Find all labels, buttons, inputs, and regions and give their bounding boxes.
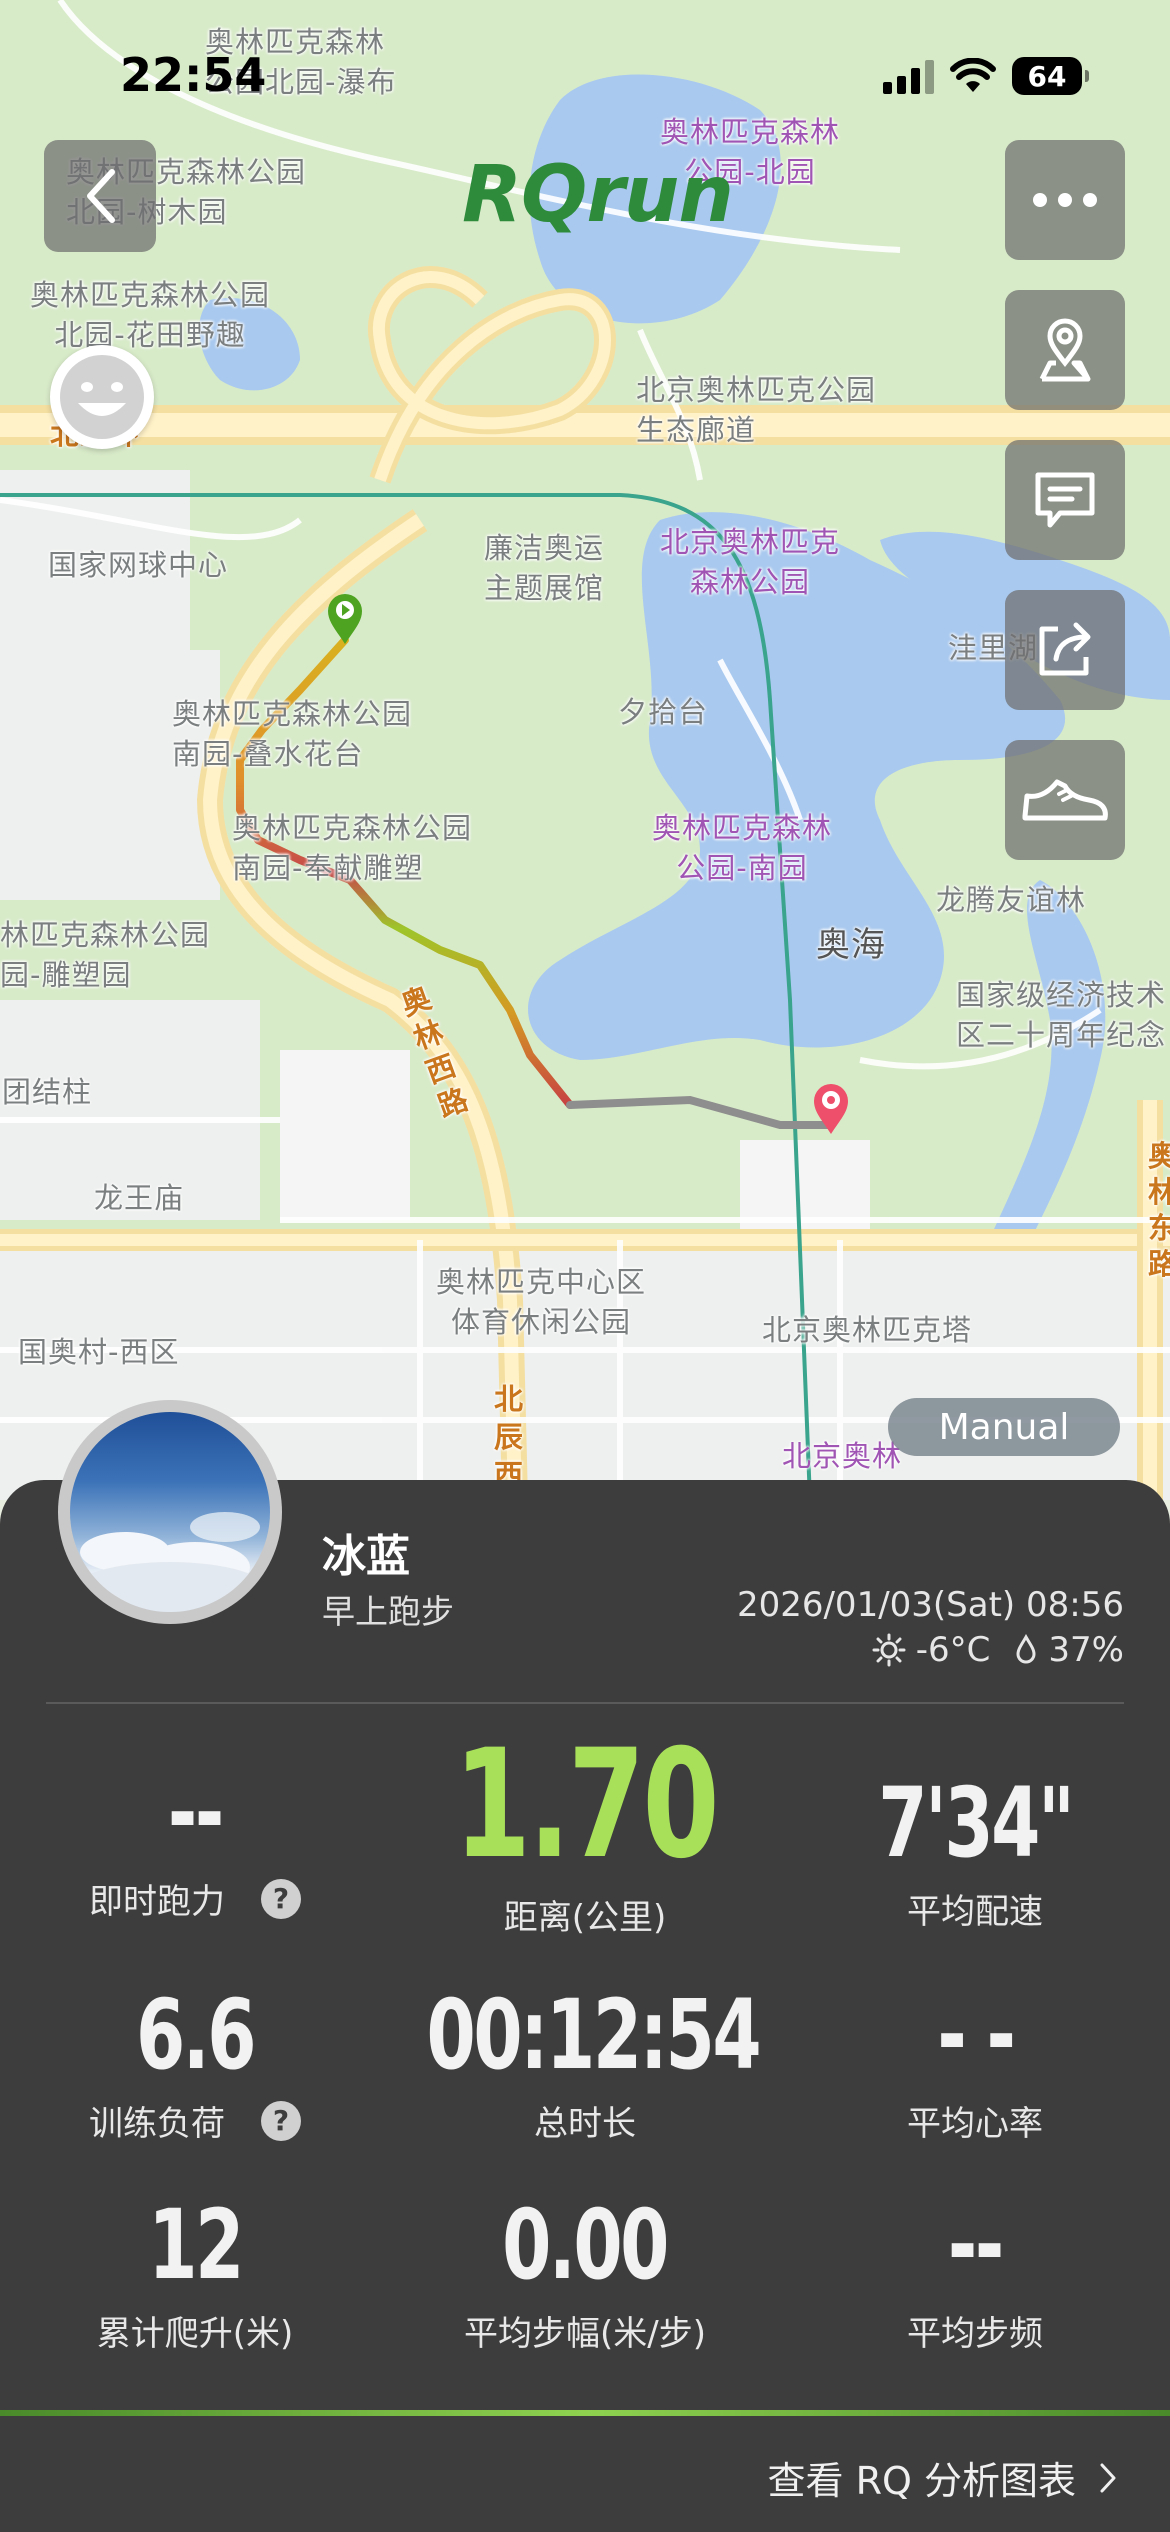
map-pin-icon bbox=[1039, 318, 1091, 382]
location-button[interactable] bbox=[1005, 290, 1125, 410]
status-time: 22:54 bbox=[120, 48, 267, 102]
map-label: 奥林匹克森林公园 南园-奉献雕塑 bbox=[232, 811, 473, 885]
map-label: 国家级经济技术 区二十周年纪念 bbox=[956, 978, 1167, 1052]
running-shoe-icon bbox=[1022, 779, 1108, 821]
metric-value: 12 bbox=[148, 2189, 244, 2301]
metric-value: -- bbox=[168, 1757, 224, 1869]
manual-badge: Manual bbox=[888, 1398, 1120, 1456]
metric-elevation-gain: 12 累计爬升(米) bbox=[0, 2190, 390, 2355]
comment-button[interactable] bbox=[1005, 440, 1125, 560]
metric-distance: 1.70 距离(公里) bbox=[390, 1730, 780, 1939]
more-options-button[interactable] bbox=[1005, 140, 1125, 260]
user-name: 冰蓝 bbox=[322, 1531, 410, 1582]
map-label: 团结柱 bbox=[2, 1075, 93, 1109]
map-label: 奥林匹克森林公园 北园-花田野趣 bbox=[30, 278, 271, 352]
shoe-button[interactable] bbox=[1005, 740, 1125, 860]
help-icon[interactable]: ? bbox=[261, 1878, 301, 1919]
metric-value: 0.00 bbox=[502, 2189, 670, 2301]
metric-value: 7'34" bbox=[877, 1767, 1075, 1879]
weather-info: -6°C 37% bbox=[872, 1630, 1124, 1670]
mood-emoji-button[interactable] bbox=[50, 345, 154, 449]
avatar-sky-image bbox=[70, 1412, 270, 1612]
metric-label-text: 训练负荷 bbox=[89, 2104, 225, 2144]
map-label: 奥 林 东 路 bbox=[1148, 1139, 1170, 1281]
accent-line bbox=[0, 2410, 1170, 2416]
chevron-right-icon bbox=[1100, 2463, 1116, 2492]
chevron-left-icon bbox=[87, 169, 115, 223]
map-label: 北京奥林匹克公园 生态廊道 bbox=[636, 373, 877, 447]
smiley-icon bbox=[60, 355, 144, 439]
metric-total-duration: 00:12:54 总时长 bbox=[390, 1980, 780, 2145]
humidity-drop-icon bbox=[1016, 1634, 1036, 1664]
run-detail-screen: 奥林匹克森林 公园北园-瀑布 奥林匹克森林 公园-北园 奥林匹克森林公园 北园-… bbox=[0, 0, 1170, 2532]
more-dots-icon bbox=[1033, 193, 1097, 207]
map-label: 廉洁奥运 主题展馆 bbox=[484, 531, 605, 605]
signal-icon bbox=[883, 58, 934, 94]
divider bbox=[46, 1702, 1124, 1704]
metric-value: - - bbox=[936, 1979, 1016, 2091]
metric-label: 累计爬升(米) bbox=[96, 2314, 294, 2354]
metric-label: 平均步幅(米/步) bbox=[464, 2314, 706, 2354]
metric-label: 总时长 bbox=[534, 2104, 636, 2144]
metric-label: 训练负荷? bbox=[0, 2096, 390, 2145]
map-label: 北京奥林匹克塔 bbox=[762, 1313, 973, 1347]
map-label: 奥林匹克森林公园 南园-叠水花台 bbox=[172, 697, 413, 771]
metric-avg-stride: 0.00 平均步幅(米/步) bbox=[390, 2190, 780, 2355]
map-label: 国家网球中心 bbox=[48, 548, 229, 582]
map-label: 龙腾友谊林 bbox=[936, 883, 1087, 917]
sun-icon bbox=[872, 1633, 906, 1667]
metric-training-load[interactable]: 6.6 训练负荷? bbox=[0, 1980, 390, 2145]
help-icon[interactable]: ? bbox=[261, 2100, 301, 2141]
map-label: 龙王庙 bbox=[94, 1181, 185, 1215]
share-icon bbox=[1039, 622, 1091, 676]
route-map[interactable]: 奥林匹克森林 公园北园-瀑布 奥林匹克森林 公园-北园 奥林匹克森林公园 北园-… bbox=[0, 0, 1170, 1500]
route-start-marker bbox=[326, 592, 364, 646]
view-analysis-link[interactable]: 查看 RQ 分析图表 bbox=[768, 2450, 1118, 2505]
status-indicators: 64 bbox=[883, 52, 1089, 100]
metric-label-text: 即时跑力 bbox=[89, 1882, 225, 1922]
back-button[interactable] bbox=[44, 140, 156, 252]
map-label: 奥林匹克森林 公园-南园 bbox=[652, 811, 833, 885]
map-label: 北 辰 西 bbox=[494, 1382, 525, 1492]
route-end-marker bbox=[812, 1082, 850, 1136]
rqrun-logo: RQrun bbox=[462, 150, 734, 240]
metric-value: 00:12:54 bbox=[426, 1979, 762, 2091]
share-button[interactable] bbox=[1005, 590, 1125, 710]
metric-label: 平均步频 bbox=[907, 2314, 1043, 2354]
battery-indicator: 64 bbox=[1012, 57, 1089, 95]
map-label: 北京奥林 bbox=[782, 1439, 903, 1473]
activity-date-time: 2026/01/03(Sat) 08:56 bbox=[736, 1585, 1124, 1625]
map-label: 林匹克森林公园 园-雕塑园 bbox=[0, 918, 211, 992]
humidity: 37% bbox=[1048, 1630, 1124, 1670]
metric-value: 1.70 bbox=[453, 1718, 719, 1892]
user-avatar[interactable] bbox=[58, 1400, 282, 1624]
metric-label: 距离(公里) bbox=[503, 1898, 667, 1938]
metric-label: 即时跑力? bbox=[0, 1874, 390, 1923]
map-label: 奥海 bbox=[816, 925, 886, 965]
map-label: 国奥村-西区 bbox=[18, 1335, 180, 1369]
metric-avg-heart-rate: - - 平均心率 bbox=[780, 1980, 1170, 2145]
activity-type: 早上跑步 bbox=[322, 1592, 454, 1631]
metric-value: -- bbox=[948, 2189, 1004, 2301]
map-label: 夕拾台 bbox=[618, 695, 709, 729]
metric-value: 6.6 bbox=[135, 1979, 257, 2091]
metric-running-power[interactable]: -- 即时跑力? bbox=[0, 1758, 390, 1923]
wifi-icon bbox=[950, 58, 996, 92]
temperature: -6°C bbox=[915, 1630, 991, 1670]
metric-label: 平均心率 bbox=[907, 2104, 1043, 2144]
analysis-link-label: 查看 RQ 分析图表 bbox=[767, 2459, 1076, 2503]
comment-icon bbox=[1035, 472, 1095, 528]
metric-avg-pace: 7'34" 平均配速 bbox=[780, 1768, 1170, 1933]
map-label: 奥林匹克中心区 体育休闲公园 bbox=[436, 1265, 647, 1339]
map-label: 北京奥林匹克 森林公园 bbox=[660, 525, 841, 599]
metric-label: 平均配速 bbox=[907, 1892, 1043, 1932]
metric-avg-cadence: -- 平均步频 bbox=[780, 2190, 1170, 2355]
